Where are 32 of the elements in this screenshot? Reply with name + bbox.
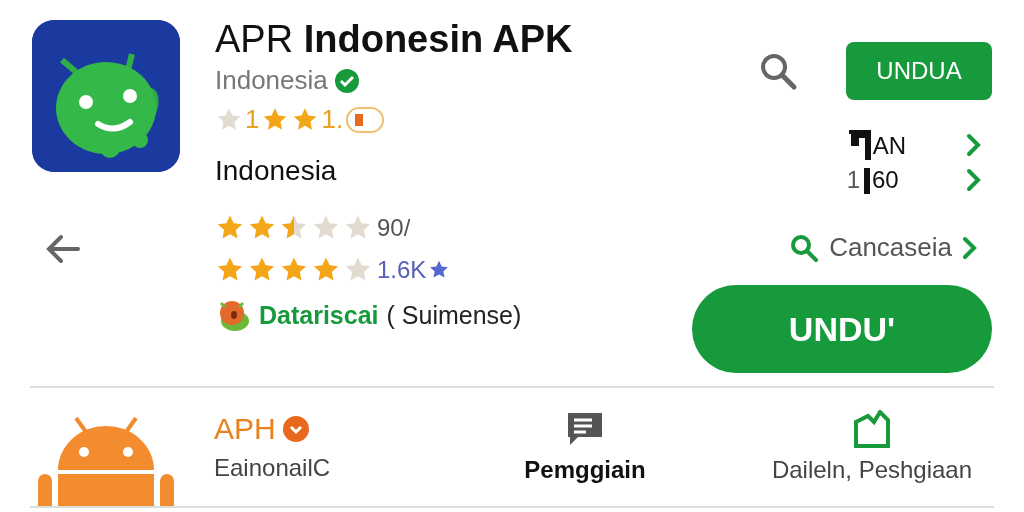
publisher-name: Indonesia xyxy=(215,65,328,96)
app-icon xyxy=(32,20,180,172)
stat-text: AN xyxy=(872,132,906,160)
reviews-label: Pemggiain xyxy=(524,456,646,484)
rating-text: 1. xyxy=(321,104,344,135)
app-title: APR Indonesin APK xyxy=(215,18,574,61)
bar-icon xyxy=(864,168,872,194)
stat-text: 60 xyxy=(872,166,899,194)
back-arrow-icon[interactable] xyxy=(46,234,80,264)
chevron-icon[interactable] xyxy=(962,235,978,260)
region-label: Indonesia xyxy=(215,155,338,187)
stat-prefix: 1 xyxy=(846,166,860,194)
developer-note: ( Suimense) xyxy=(386,300,522,330)
rating-count: 90/ xyxy=(377,214,411,242)
developer-link[interactable]: Datariscai xyxy=(259,300,379,330)
android-icon xyxy=(36,414,176,506)
rating-text: 1 xyxy=(245,104,260,135)
search-icon[interactable] xyxy=(758,51,798,91)
install-button[interactable]: UNDU' xyxy=(692,285,992,373)
rating-count: 1.6K xyxy=(377,256,427,284)
download-button[interactable]: UNDUA xyxy=(846,42,992,100)
developer-subtitle: EainonailC xyxy=(214,454,332,482)
badge-icon xyxy=(281,415,310,443)
tag-icon xyxy=(345,105,386,134)
chevron-icon[interactable] xyxy=(966,168,982,192)
search-link[interactable]: Cancaseia xyxy=(829,232,952,263)
bracket-icon xyxy=(846,130,873,160)
share-label: Daileln, Peshgiaan xyxy=(771,456,973,484)
developer-name: APH xyxy=(214,412,276,446)
search-icon[interactable] xyxy=(789,232,820,263)
chevron-icon[interactable] xyxy=(966,133,982,157)
share-icon[interactable] xyxy=(852,410,892,448)
